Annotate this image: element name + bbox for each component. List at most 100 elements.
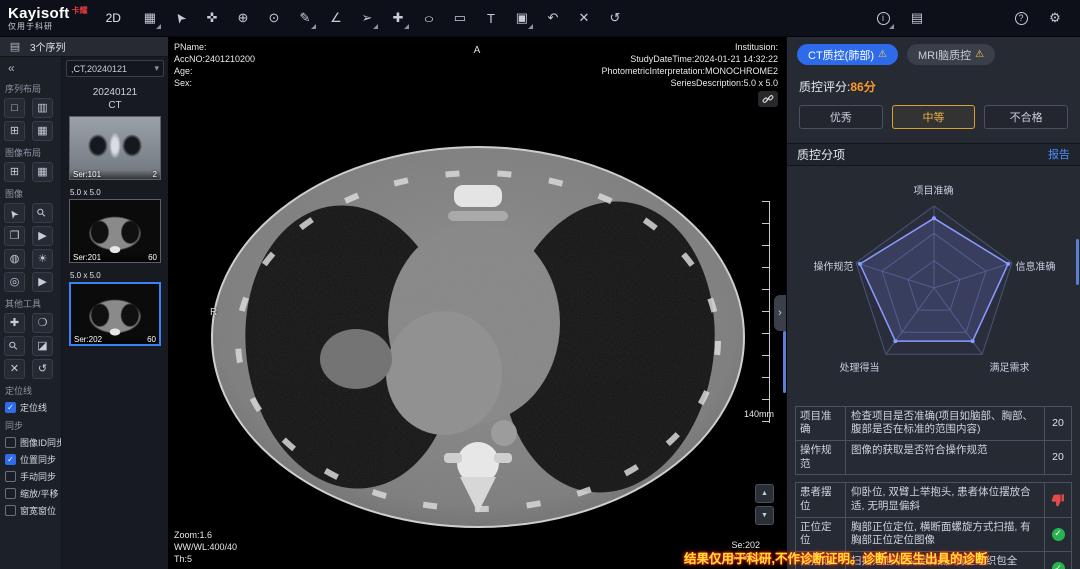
qc-item-desc: 胸部正位定位, 横断面螺旋方式扫描, 有胸部正位定位图像 — [846, 518, 1044, 551]
checkbox[interactable] — [5, 402, 16, 413]
tool-icon: ➢ — [361, 10, 372, 26]
radar-axis-label: 满足需求 — [990, 359, 1030, 374]
pan-tool-button[interactable]: ✜ — [199, 5, 225, 31]
search-button[interactable]: ⚲ — [4, 336, 25, 356]
series-group-modality: CT — [62, 99, 168, 112]
series-thumbnail[interactable]: Ser:201 60 — [69, 199, 161, 263]
scroll-up-button[interactable]: ▲ — [755, 484, 774, 503]
comment-button[interactable]: ❍ — [32, 313, 53, 333]
help-button[interactable]: ? — [1008, 5, 1034, 31]
series-thumbnail[interactable]: Ser:101 2 — [69, 116, 161, 180]
annotation-add-tool-button[interactable]: ✚ — [385, 5, 411, 31]
qc-score-number: 20 — [1052, 451, 1064, 465]
qc-item-score: ✓ — [1044, 552, 1071, 569]
checkbox[interactable] — [5, 454, 16, 465]
qc-item-name: 扫描范围 — [796, 552, 846, 569]
qc-table-row: 扫描范围 扫描范围:肺尖至肺底, 胸壁组织包全 ✓ — [795, 552, 1072, 569]
sync-option[interactable]: 窗宽窗位 — [5, 504, 61, 517]
expand-panel-handle[interactable]: › — [774, 295, 786, 331]
layout-grid-button[interactable]: ▦ — [32, 121, 53, 141]
angle-tool-button[interactable]: ∠ — [323, 5, 349, 31]
grade-button[interactable]: 优秀 — [799, 105, 883, 129]
link-button[interactable] — [758, 91, 778, 107]
qc-tab[interactable]: MRI脑质控 ⚠ — [907, 44, 995, 65]
play-button[interactable]: ▶ — [32, 272, 53, 292]
tool-group-corner: ? ⚙ — [1008, 5, 1068, 31]
probe-tool-button[interactable]: ➢ — [354, 5, 380, 31]
layout-single-button[interactable]: □ — [4, 98, 25, 118]
tool-icon: ▶ — [38, 231, 46, 242]
pointer-button[interactable]: ➤ — [4, 203, 25, 223]
ellipse-roi-tool-button[interactable]: ○ — [416, 5, 442, 31]
report-link[interactable]: 报告 — [1048, 146, 1070, 162]
viewport-scrollbar[interactable] — [783, 331, 786, 393]
info-button[interactable]: i — [870, 5, 896, 31]
pointer-tool-button[interactable]: ➤ — [168, 5, 194, 31]
layout-columns-button[interactable]: ▥ — [32, 98, 53, 118]
sync-option[interactable]: 缩放/平移 — [5, 487, 61, 500]
tool-icon: □ — [11, 103, 18, 114]
layout-tool-button[interactable]: ▦ — [137, 5, 163, 31]
qc-tab[interactable]: CT质控(肺部) ⚠ — [797, 44, 898, 65]
sync-options: 图像ID同步 位置同步 手动同步 — [4, 436, 61, 517]
qc-table-scrollbar[interactable] — [1076, 239, 1079, 285]
add-button[interactable]: ✚ — [4, 313, 25, 333]
crosshair-tool-button[interactable]: ⊙ — [261, 5, 287, 31]
study-dropdown[interactable]: ,CT,20240121 ▾ — [66, 60, 164, 77]
section-label-series-layout: 序列布局 — [5, 82, 61, 95]
image-viewport[interactable]: PName: AccNO:2401210200 Age: Sex: Instit… — [168, 37, 786, 569]
sphere-3d-button[interactable]: ◍ — [4, 249, 25, 269]
tool-icon: ○ — [423, 11, 434, 26]
tool-icon: ▭ — [454, 10, 466, 26]
app-window: Kayisoft 卡耀 仅用于科研 2D ▦ ➤ ✜ ⊕ — [0, 0, 1080, 569]
tool-icon: ◎ — [10, 277, 20, 288]
series-group-label: 20240121 CT — [62, 86, 168, 112]
grade-button[interactable]: 不合格 — [984, 105, 1068, 129]
brightness-button[interactable]: ☀ — [32, 249, 53, 269]
tool-group-right: i ▤ — [870, 5, 930, 31]
checkbox[interactable] — [5, 437, 16, 448]
cine-button[interactable]: ▶ — [32, 226, 53, 246]
undo-button[interactable]: ↶ — [540, 5, 566, 31]
radar-svg — [794, 168, 1074, 402]
settings-button[interactable]: ⚙ — [1042, 5, 1068, 31]
text-tool-button[interactable]: T — [478, 5, 504, 31]
grade-buttons: 优秀 中等 不合格 — [787, 97, 1080, 133]
image-layout-2x2-button[interactable]: ⊞ — [4, 162, 25, 182]
reset-button[interactable]: ↺ — [602, 5, 628, 31]
tool-icon: ⚲ — [36, 206, 49, 219]
locator-line-option[interactable]: 定位线 — [5, 401, 61, 414]
clone-button[interactable]: ❐ — [4, 226, 25, 246]
report-doc-button[interactable]: ▤ — [904, 5, 930, 31]
delete-button[interactable]: ✕ — [571, 5, 597, 31]
grade-button[interactable]: 中等 — [892, 105, 976, 129]
rect-roi-tool-button[interactable]: ▭ — [447, 5, 473, 31]
series-thumbnail[interactable]: Ser:202 60 — [69, 282, 161, 346]
zoom-label: Zoom:1.6 — [174, 529, 237, 541]
label-tool-button[interactable]: ▣ — [509, 5, 535, 31]
series-list: 20240121 CT S — [62, 80, 168, 569]
zoom-tool-button[interactable]: ⊕ — [230, 5, 256, 31]
eraser-button[interactable]: ◪ — [32, 336, 53, 356]
section-label-locator: 定位线 — [5, 384, 61, 397]
image-count: 60 — [147, 335, 156, 344]
rotate-reset-button[interactable]: ↺ — [32, 359, 53, 379]
checkbox[interactable] — [5, 471, 16, 482]
image-layout-grid-button[interactable]: ▦ — [32, 162, 53, 182]
sync-option[interactable]: 图像ID同步 — [5, 436, 61, 449]
close-button[interactable]: ✕ — [4, 359, 25, 379]
radar-axis-label: 项目准确 — [914, 182, 954, 197]
checkbox[interactable] — [5, 488, 16, 499]
sync-option[interactable]: 手动同步 — [5, 470, 61, 483]
qc-item-desc: 扫描范围:肺尖至肺底, 胸壁组织包全 — [846, 552, 1044, 569]
tool-icon: ▥ — [37, 103, 47, 114]
target-button[interactable]: ◎ — [4, 272, 25, 292]
magnifier-button[interactable]: ⚲ — [32, 203, 53, 223]
thumbnail-caption: Ser:201 60 — [70, 253, 160, 262]
collapse-sidebar-button[interactable]: « — [4, 60, 19, 76]
layout-2x2-button[interactable]: ⊞ — [4, 121, 25, 141]
checkbox[interactable] — [5, 505, 16, 516]
sync-option[interactable]: 位置同步 — [5, 453, 61, 466]
scroll-down-button[interactable]: ▼ — [755, 506, 774, 525]
measure-tool-button[interactable]: ✎ — [292, 5, 318, 31]
